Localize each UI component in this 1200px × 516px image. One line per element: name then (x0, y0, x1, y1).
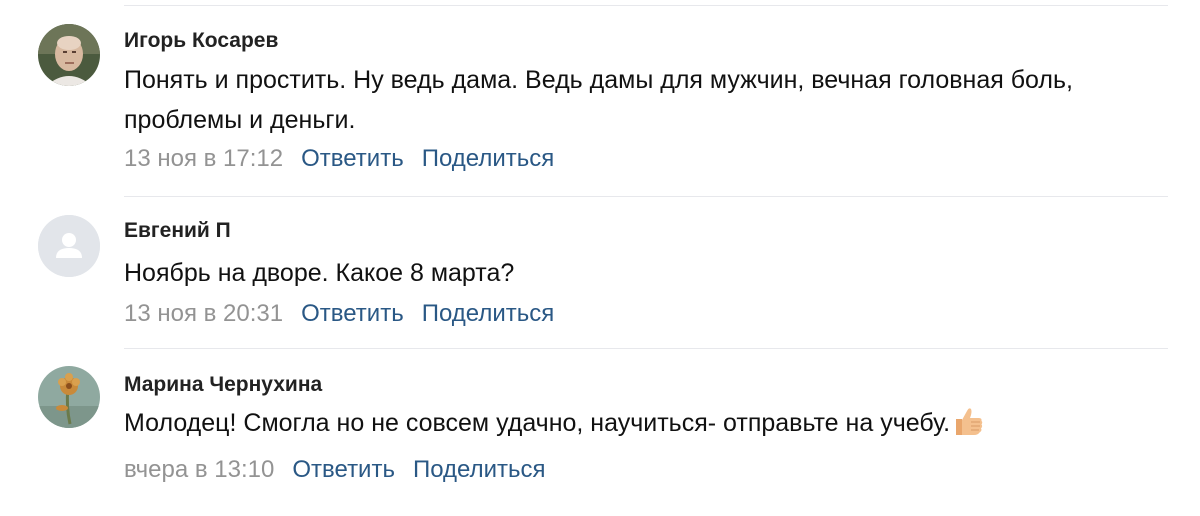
avatar[interactable] (38, 366, 100, 428)
comment-author-link[interactable]: Марина Чернухина (124, 372, 322, 398)
comment-meta: 13 ноя в 20:31 Ответить Поделиться (124, 299, 1174, 329)
avatar-photo-man (38, 24, 100, 86)
avatar[interactable] (38, 24, 100, 86)
share-button[interactable]: Поделиться (422, 145, 555, 172)
comment-meta: 13 ноя в 17:12 Ответить Поделиться (124, 144, 1174, 174)
reply-button[interactable]: Ответить (301, 145, 404, 172)
comment-author-link[interactable]: Евгений П (124, 218, 231, 244)
comment-text: Понять и простить. Ну ведь дама. Ведь да… (124, 66, 1080, 134)
reply-button[interactable]: Ответить (292, 456, 395, 483)
comment-text: Ноябрь на дворе. Какое 8 марта? (124, 259, 515, 287)
share-button[interactable]: Поделиться (413, 456, 546, 483)
user-silhouette-icon (38, 215, 100, 277)
comment-text: Молодец! Смогла но не совсем удачно, нау… (124, 403, 1174, 449)
comment-date-link[interactable]: 13 ноя в 20:31 (124, 300, 283, 327)
divider (124, 5, 1168, 6)
comment-date-link[interactable]: вчера в 13:10 (124, 456, 274, 483)
comment-text-content: Молодец! Смогла но не совсем удачно, нау… (124, 409, 951, 437)
comment-date-link[interactable]: 13 ноя в 17:12 (124, 145, 283, 172)
avatar[interactable] (38, 215, 100, 277)
thumbs-up-emoji (952, 405, 984, 449)
avatar-photo-flower (38, 366, 100, 428)
divider (124, 196, 1168, 197)
reply-button[interactable]: Ответить (301, 300, 404, 327)
share-button[interactable]: Поделиться (422, 300, 555, 327)
divider (124, 348, 1168, 349)
comment-meta: вчера в 13:10 Ответить Поделиться (124, 455, 1174, 485)
comment-author-link[interactable]: Игорь Косарев (124, 28, 278, 54)
